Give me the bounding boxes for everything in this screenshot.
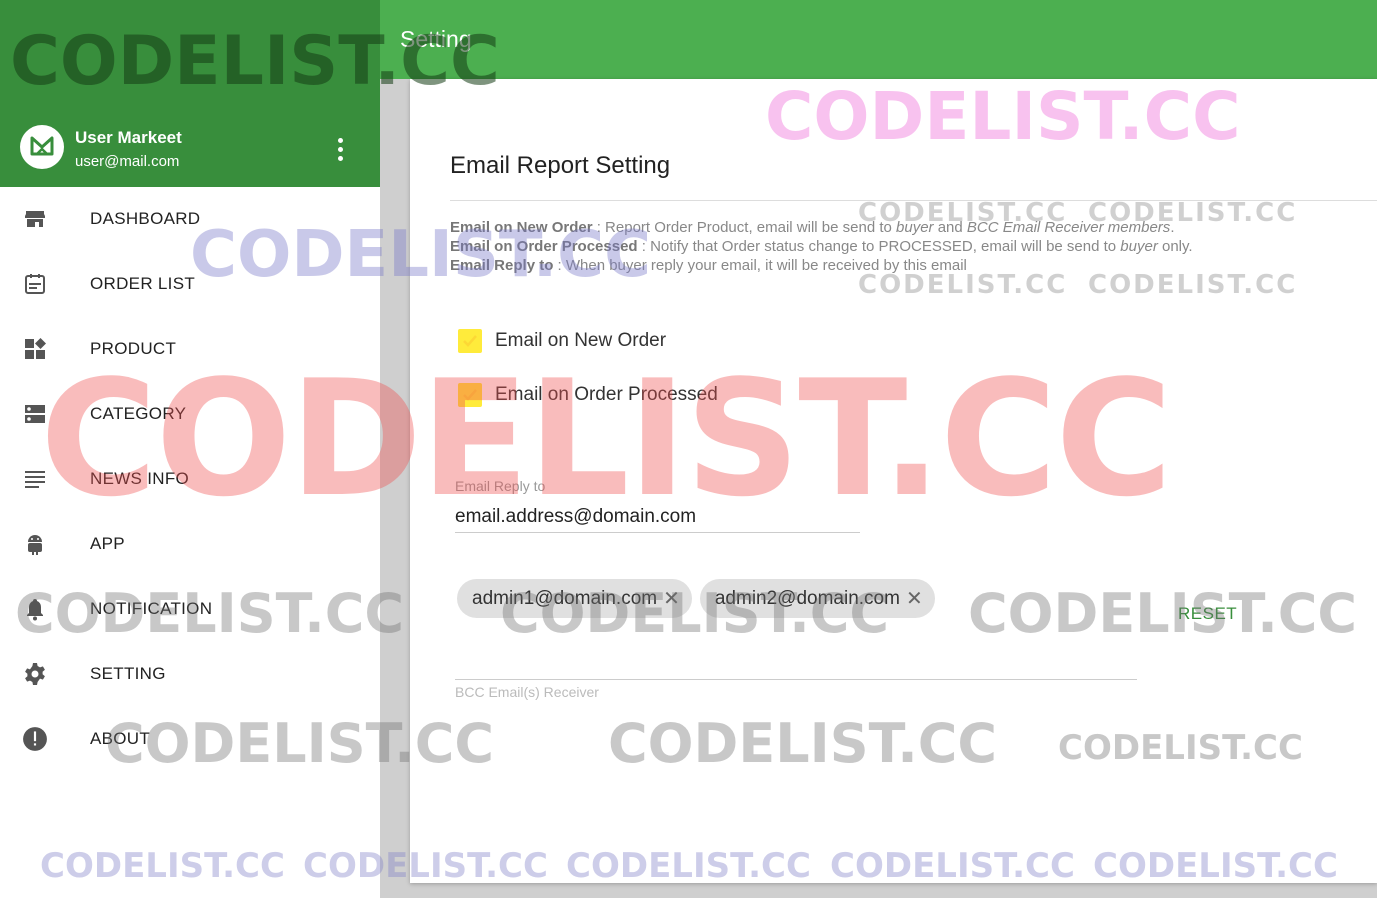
- sidebar-item-app[interactable]: APP: [0, 511, 380, 576]
- close-icon[interactable]: ✕: [906, 586, 923, 611]
- reply-to-input[interactable]: [455, 502, 860, 533]
- user-name: User Markeet: [75, 128, 182, 147]
- gear-icon: [22, 661, 48, 687]
- checkbox-label: Email on Order Processed: [495, 384, 718, 405]
- sidebar-item-label: APP: [90, 533, 125, 553]
- sidebar-item-label: NOTIFICATION: [90, 598, 213, 618]
- bcc-receiver-label: BCC Email(s) Receiver: [455, 684, 599, 700]
- reset-button[interactable]: RESET: [1178, 604, 1237, 624]
- sidebar-item-news-info[interactable]: NEWS INFO: [0, 446, 380, 511]
- desc-text: only.: [1157, 238, 1193, 255]
- sidebar-item-label: DASHBOARD: [90, 208, 201, 228]
- app-bar: Setting: [380, 0, 1377, 79]
- widgets-icon: [22, 336, 48, 362]
- reply-to-label: Email Reply to: [455, 478, 546, 494]
- desc-text: buyer: [896, 219, 934, 236]
- more-vert-icon[interactable]: [328, 132, 352, 166]
- lines-icon: [22, 466, 48, 492]
- desc-text: : Report Order Product, email will be se…: [592, 219, 897, 236]
- sidebar-item-dashboard[interactable]: DASHBOARD: [0, 186, 380, 251]
- email-new-order-checkbox[interactable]: Email on New Order: [458, 329, 666, 353]
- sidebar-item-label: NEWS INFO: [90, 468, 190, 488]
- desc-text: : Notify that Order status change to PRO…: [637, 238, 1121, 255]
- settings-description: Email on New Order : Report Order Produc…: [450, 218, 1193, 275]
- checkbox-checked-icon[interactable]: [458, 329, 482, 353]
- desc-key: Email on Order Processed: [450, 238, 638, 255]
- chip-label: admin2@domain.com: [714, 587, 900, 609]
- desc-key: Email on New Order: [450, 219, 593, 236]
- card-title: Email Report Setting: [450, 152, 671, 179]
- checkbox-checked-icon[interactable]: [458, 383, 482, 407]
- checkbox-label: Email on New Order: [495, 330, 667, 351]
- sidebar-item-label: PRODUCT: [90, 338, 177, 358]
- logo-icon: [30, 136, 54, 156]
- android-icon: [22, 531, 48, 557]
- sidebar-item-category[interactable]: CATEGORY: [0, 381, 380, 446]
- sidebar: User Markeet user@mail.com DASHBOARD ORD…: [0, 0, 380, 898]
- desc-text: : When buyer reply your email, it will b…: [553, 257, 967, 274]
- avatar[interactable]: [20, 125, 64, 169]
- desc-text: buyer: [1120, 238, 1158, 255]
- bcc-chip[interactable]: admin2@domain.com ✕: [699, 579, 935, 618]
- desc-text: .: [1170, 219, 1175, 236]
- sidebar-item-label: ORDER LIST: [90, 273, 196, 293]
- sidebar-item-order-list[interactable]: ORDER LIST: [0, 251, 380, 316]
- sidebar-item-label: SETTING: [90, 663, 166, 683]
- bcc-input-underline[interactable]: [455, 679, 1137, 680]
- page-title: Setting: [400, 26, 472, 52]
- desc-text: and: [933, 219, 967, 236]
- email-order-processed-checkbox[interactable]: Email on Order Processed: [458, 383, 718, 407]
- settings-card: Email Report Setting Email on New Order …: [410, 79, 1377, 883]
- chip-label: admin1@domain.com: [472, 587, 658, 609]
- sidebar-item-product[interactable]: PRODUCT: [0, 316, 380, 381]
- bcc-chip[interactable]: admin1@domain.com ✕: [457, 579, 692, 618]
- sidebar-nav: DASHBOARD ORDER LIST PRODUCT CATEGORY NE…: [0, 186, 380, 771]
- sidebar-item-label: CATEGORY: [90, 403, 187, 423]
- alert-circle-icon: [22, 726, 48, 752]
- bell-icon: [22, 596, 48, 622]
- close-icon[interactable]: ✕: [663, 586, 680, 611]
- desc-key: Email Reply to: [450, 257, 554, 274]
- bcc-chip-list: admin1@domain.com ✕ admin2@domain.com ✕: [457, 579, 935, 618]
- sidebar-item-label: ABOUT: [90, 728, 151, 748]
- divider: [450, 200, 1377, 201]
- dns-icon: [22, 401, 48, 427]
- desc-text: BCC Email Receiver members: [966, 219, 1171, 236]
- sidebar-item-setting[interactable]: SETTING: [0, 641, 380, 706]
- store-icon: [22, 206, 48, 232]
- sidebar-header: User Markeet user@mail.com: [0, 0, 380, 187]
- sidebar-item-notification[interactable]: NOTIFICATION: [0, 576, 380, 641]
- user-email: user@mail.com: [75, 153, 180, 170]
- calendar-icon: [22, 271, 48, 297]
- sidebar-item-about[interactable]: ABOUT: [0, 706, 380, 771]
